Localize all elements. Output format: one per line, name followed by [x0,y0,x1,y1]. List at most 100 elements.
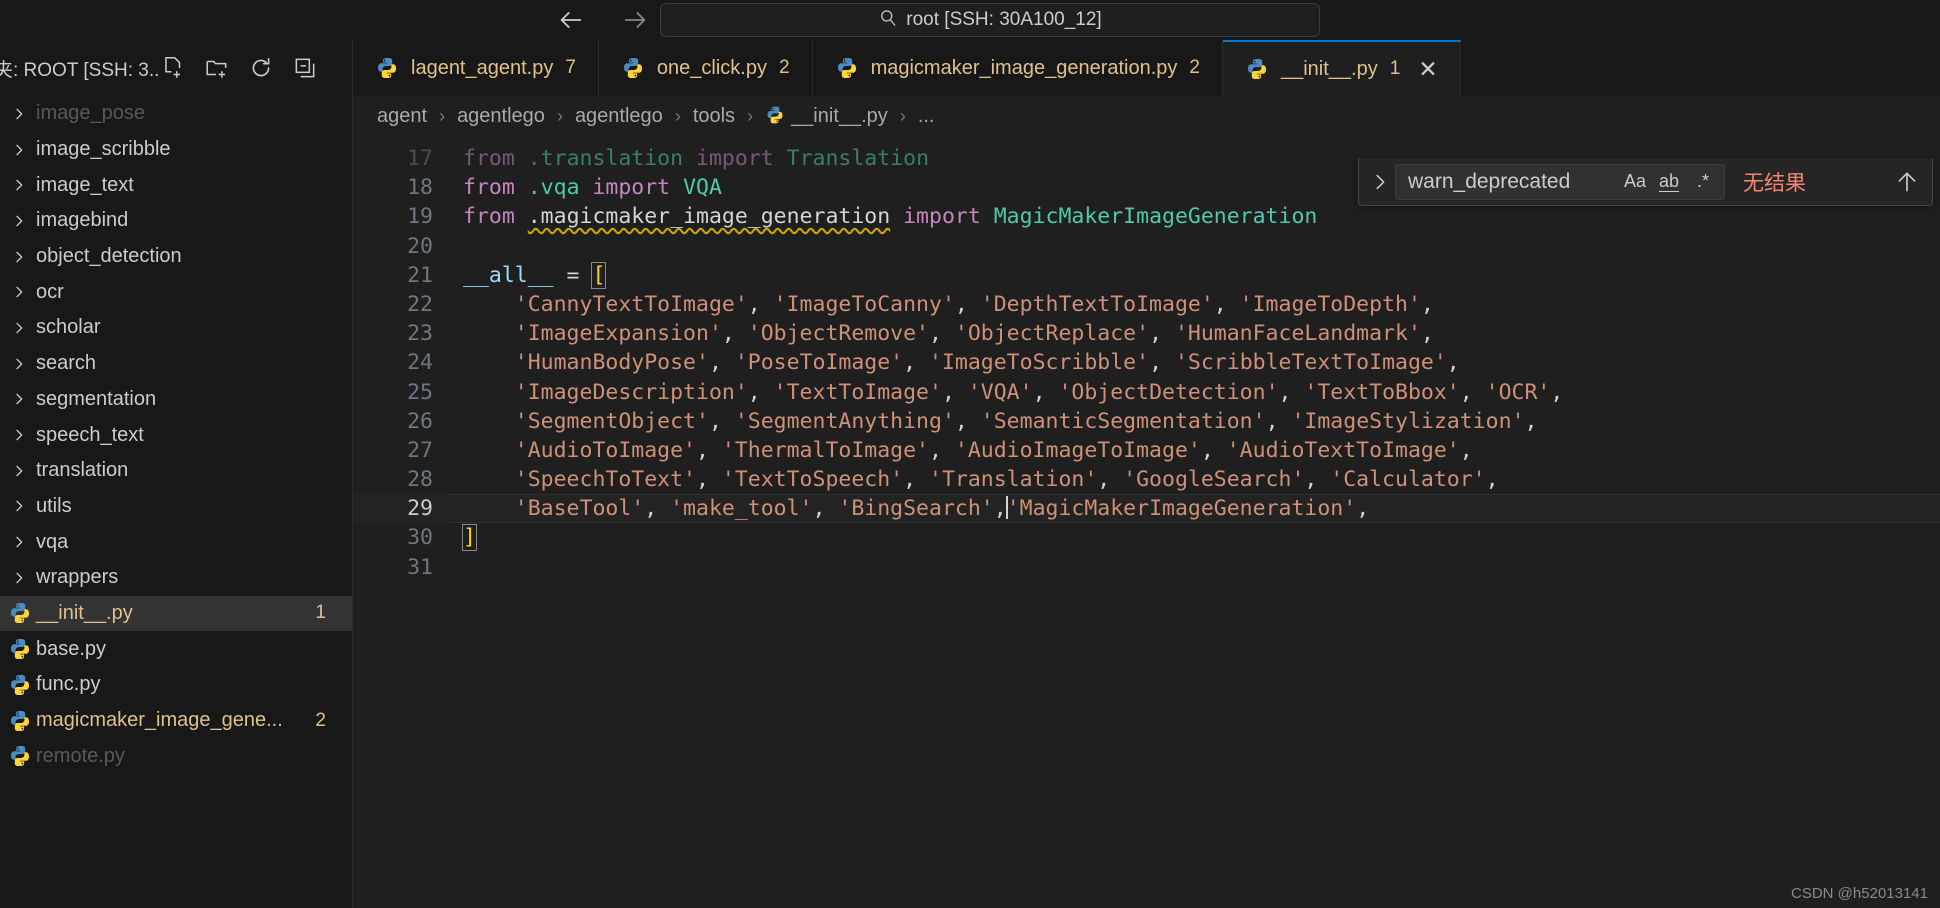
chevron-right-icon[interactable] [6,106,32,122]
code-token: , [1149,350,1175,376]
code-line[interactable]: 25 'ImageDescription', 'TextToImage', 'V… [353,378,1940,407]
code-line[interactable]: 19 from .magicmaker_image_generation impo… [353,202,1940,231]
code-line[interactable]: 27 'AudioToImage', 'ThermalToImage', 'Au… [353,436,1940,465]
whole-word-icon[interactable]: ab [1654,168,1684,196]
chevron-right-icon[interactable] [1365,162,1395,202]
code-line[interactable]: 24 'HumanBodyPose', 'PoseToImage', 'Imag… [353,348,1940,377]
chevron-right-icon[interactable] [6,177,32,193]
code-line[interactable]: 21 __all__ = [ [353,261,1940,290]
file-tree-file-func-py[interactable]: func.py [0,667,352,703]
command-center[interactable]: root [SSH: 30A100_12] [660,3,1320,37]
breadcrumb-item-agentlego[interactable]: agentlego [455,105,547,128]
chevron-right-icon[interactable] [6,284,32,300]
file-tree-folder-image-text[interactable]: image_text [0,167,352,203]
editor-tab-one-click-py[interactable]: one_click.py 2 [598,40,813,96]
file-tree-folder-vqa[interactable]: vqa [0,524,352,560]
code-token: 'SegmentAnything' [734,408,955,434]
code-line[interactable]: 30] [353,523,1940,552]
file-tree-folder-utils[interactable]: utils [0,489,352,525]
find-widget[interactable]: warn_deprecated Aa ab .* 无结果 [1358,158,1933,206]
command-center-value: root [SSH: 30A100_12] [906,9,1102,30]
search-icon [878,8,898,33]
breadcrumb-item-init-py[interactable]: __init__.py [763,105,890,128]
file-tree-folder-search[interactable]: search [0,346,352,382]
watermark: CSDN @h52013141 [1791,885,1928,902]
file-tree-folder-ocr[interactable]: ocr [0,274,352,310]
title-bar: root [SSH: 30A100_12] [0,0,1940,40]
find-input[interactable]: warn_deprecated [1408,170,1606,194]
code-lines[interactable]: 17 from .translation import Translation 18… [353,136,1940,908]
regex-icon[interactable]: .* [1688,168,1718,196]
code-token: from [463,146,528,171]
breadcrumb-item-[interactable]: ... [916,105,937,128]
python-icon [8,709,32,733]
chevron-right-icon[interactable] [6,463,32,479]
file-tree-folder-translation[interactable]: translation [0,453,352,489]
code-token: 'DepthTextToImage' [980,291,1214,317]
breadcrumb-item-agent[interactable]: agent [375,105,429,128]
file-tree-folder-segmentation[interactable]: segmentation [0,382,352,418]
arrow-up-icon[interactable] [1892,167,1922,197]
breadcrumb[interactable]: agent › agentlego › agentlego › tools › __init__… [353,96,1940,136]
new-file-icon[interactable] [160,55,186,81]
file-tree-folder-image-pose[interactable]: image_pose [0,96,352,132]
code-token: , [1304,467,1331,493]
arrow-right-icon[interactable] [620,5,650,35]
chevron-right-icon[interactable] [6,356,32,372]
arrow-left-icon[interactable] [556,5,586,35]
editor-tab-magicmaker-image-generation-py[interactable]: magicmaker_image_generation.py 2 [812,40,1223,96]
chevron-right-icon[interactable] [6,570,32,586]
breadcrumb-item-tools[interactable]: tools [691,105,737,128]
code-token: , [929,437,955,463]
code-line[interactable]: 26 'SegmentObject', 'SegmentAnything', '… [353,407,1940,436]
collapse-all-icon[interactable] [292,55,318,81]
match-case-icon[interactable]: Aa [1620,168,1650,196]
code-token: .translation [527,146,684,171]
code-line[interactable]: 20 [353,232,1940,261]
chevron-right-icon[interactable] [6,498,32,514]
code-token: 'ObjectDetection' [1058,379,1279,405]
code-token: , [1459,437,1473,463]
code-line[interactable]: 23 'ImageExpansion', 'ObjectRemove', 'Ob… [353,319,1940,348]
chevron-right-icon[interactable] [6,427,32,443]
file-tree-file-init-py[interactable]: __init__.py 1 [0,595,352,632]
chevron-right-icon[interactable] [6,213,32,229]
file-tree-file-magicmaker-image-gene[interactable]: magicmaker_image_gene... 2 [0,703,352,739]
file-tree-folder-imagebind[interactable]: imagebind [0,203,352,239]
chevron-right-icon[interactable] [6,391,32,407]
code-token: , [903,467,929,493]
file-tree-folder-image-scribble[interactable]: image_scribble [0,132,352,168]
close-icon[interactable]: ✕ [1418,57,1437,81]
code-line[interactable]: 31 [353,553,1940,582]
chevron-right-icon[interactable] [6,534,32,550]
file-tree-file-base-py[interactable]: base.py [0,631,352,667]
code-token: 'BaseTool' [463,496,645,522]
editor-tab-init-py[interactable]: __init__.py 1 ✕ [1222,40,1461,96]
code-token: 'PoseToImage' [734,350,904,376]
find-input-box[interactable]: warn_deprecated Aa ab .* [1395,163,1725,200]
code-line[interactable]: 22 'CannyTextToImage', 'ImageToCanny', '… [353,290,1940,319]
file-tree-item-label: image_pose [36,102,145,125]
chevron-right-icon[interactable] [6,249,32,265]
file-tree-file-remote-py[interactable]: remote.py [0,738,352,774]
new-folder-icon[interactable] [204,55,230,81]
file-tree-folder-object-detection[interactable]: object_detection [0,239,352,275]
code-line[interactable]: 28 'SpeechToText', 'TextToSpeech', 'Tran… [353,465,1940,494]
refresh-icon[interactable] [248,55,274,81]
file-tree[interactable]: image_pose image_scribble image_text imageb… [0,96,352,908]
editor-tab-lagent-agent-py[interactable]: lagent_agent.py 7 [353,40,599,96]
code-line[interactable]: 29 'BaseTool', 'make_tool', 'BingSearch'… [353,494,1940,524]
chevron-right-icon[interactable] [6,320,32,336]
file-tree-folder-scholar[interactable]: scholar [0,310,352,346]
code-token: 'make_tool' [670,496,813,522]
breadcrumb-item-label: agentlego [457,104,545,127]
file-tree-item-label: segmentation [36,387,157,410]
breadcrumb-item-agentlego[interactable]: agentlego [573,105,665,128]
file-tree-folder-wrappers[interactable]: wrappers [0,560,352,596]
code-token: , [696,467,722,493]
code-editor[interactable]: 17 from .translation import Translation 18… [353,136,1940,908]
editor-tab-label: __init__.py [1280,57,1378,80]
chevron-right-icon[interactable] [6,142,32,158]
file-tree-folder-speech-text[interactable]: speech_text [0,417,352,453]
code-token: , [1097,467,1124,493]
